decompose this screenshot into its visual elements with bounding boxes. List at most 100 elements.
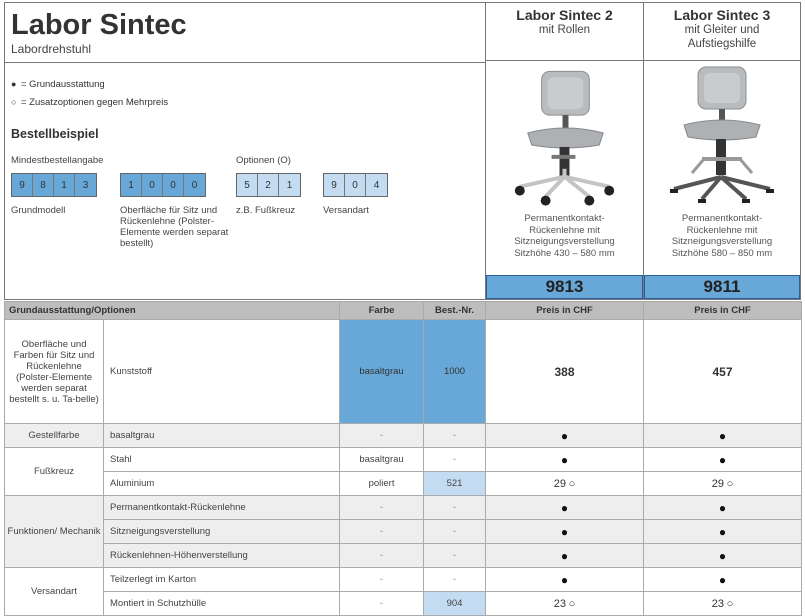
info-panel: Labor Sintec Labordrehstuhl ● = Grundauss…: [5, 3, 486, 299]
row-color: basaltgrau: [339, 319, 425, 424]
order-digit: 5: [237, 174, 258, 196]
desc-line: Sitzhöhe 430 – 580 mm: [514, 247, 615, 259]
product-column-sintec-3: Labor Sintec 3 mit Gleiter und Aufstiegs…: [644, 3, 800, 299]
filled-dot-icon: ●: [11, 79, 17, 89]
filled-dot-icon: ●: [560, 428, 569, 443]
row-color: -: [339, 423, 425, 448]
order-digit: 0: [142, 174, 163, 196]
filled-dot-icon: ●: [560, 500, 569, 515]
product-name: Labor Sintec 3: [673, 7, 771, 23]
table-row: Fußkreuz Stahl basaltgrau - ● ●: [4, 447, 803, 496]
header-color: Farbe: [339, 301, 425, 320]
filled-dot-icon: ●: [560, 524, 569, 539]
row-group-label: Oberfläche und Farben für Sitz und Rücke…: [4, 319, 104, 424]
product-header: Labor Sintec 3 mit Gleiter und Aufstiegs…: [644, 3, 800, 61]
row-group-label: Gestellfarbe: [4, 423, 104, 448]
legend-optional-text: = Zusatzoptionen gegen Mehrpreis: [21, 97, 169, 108]
header-price-2: Preis in CHF: [643, 301, 803, 320]
row-price-2: ●: [643, 423, 803, 448]
order-digit: 2: [258, 174, 279, 196]
order-digit: 3: [75, 174, 96, 196]
option-price: 29: [711, 477, 724, 490]
order-example-title: Bestellbeispiel: [11, 127, 99, 141]
row-order-no: -: [423, 519, 487, 544]
desc-line: Permanentkontakt-: [681, 213, 763, 224]
order-digit: 0: [184, 174, 205, 196]
order-digit: 0: [345, 174, 366, 196]
row-name: basaltgrau: [102, 423, 341, 448]
row-group-label: Fußkreuz: [4, 447, 104, 496]
desc-line: Permanentkontakt-: [524, 213, 605, 224]
filled-dot-icon: ●: [718, 452, 727, 467]
row-color: poliert: [339, 471, 425, 496]
row-name: Kunststoff: [102, 319, 341, 424]
desc-line: Sitzneigungsverstellung: [514, 236, 615, 247]
row-price-1: ●: [485, 447, 645, 472]
header-options: Grundausstattung/Optionen: [3, 301, 341, 320]
row-price-1: ●: [485, 543, 645, 568]
order-digit: 1: [279, 174, 300, 196]
product-name: Labor Sintec 2: [516, 7, 613, 23]
row-order-no: -: [423, 495, 487, 520]
open-circle-icon: ○: [568, 477, 576, 490]
row-name: Permanentkontakt-Rückenlehne: [102, 495, 341, 520]
row-color: -: [339, 543, 425, 568]
row-price-1: 388: [485, 319, 645, 424]
open-circle-icon: ○: [726, 477, 734, 490]
order-digit: 4: [366, 174, 387, 196]
row-name: Rückenlehnen-Höhenverstellung: [102, 543, 341, 568]
table-row: Versandart Teilzerlegt im Karton - - ● ●: [4, 567, 803, 616]
order-digit: 9: [324, 174, 345, 196]
order-group-surface: 1 0 0 0: [120, 173, 206, 197]
desc-line: Sitzneigungsverstellung: [671, 236, 773, 247]
row-price-1: ●: [485, 495, 645, 520]
row-name: Aluminium: [102, 471, 341, 496]
row-price-2: ●: [643, 543, 803, 568]
row-order-no: -: [423, 423, 487, 448]
table-row: Oberfläche und Farben für Sitz und Rücke…: [4, 319, 803, 424]
filled-dot-icon: ●: [718, 524, 727, 539]
order-label-shipping: Versandart: [323, 205, 369, 216]
filled-dot-icon: ●: [718, 500, 727, 515]
options-label: Optionen (O): [236, 155, 291, 166]
divider: [5, 62, 485, 63]
order-digit: 8: [33, 174, 54, 196]
table-header-row: Grundausstattung/Optionen Farbe Best.-Nr…: [3, 301, 803, 320]
desc-line: Rückenlehne mit: [529, 224, 600, 236]
product-column-sintec-2: Labor Sintec 2 mit Rollen Permanentkonta…: [486, 3, 644, 299]
row-color: -: [339, 567, 425, 592]
filled-dot-icon: ●: [560, 548, 569, 563]
row-order-no: 1000: [423, 319, 487, 424]
row-price-2: ●: [643, 567, 803, 592]
chair-with-glides-image: [670, 66, 774, 203]
chair-with-wheels-image: [514, 70, 615, 206]
product-description: Permanentkontakt- Rückenlehne mit Sitzne…: [644, 213, 800, 259]
min-order-label: Mindestbestellangabe: [11, 155, 104, 166]
legend-optional: ○ = Zusatzoptionen gegen Mehrpreis: [11, 97, 168, 108]
top-panel: Labor Sintec Labordrehstuhl ● = Grundauss…: [4, 2, 801, 300]
order-label-surface: Oberfläche für Sitz und Rückenlehne (Pol…: [120, 205, 229, 249]
product-sheet: Labor Sintec Labordrehstuhl ● = Grundauss…: [0, 0, 805, 616]
table-row: Sitzneigungsverstellung - - ● ●: [5, 519, 803, 544]
row-color: basaltgrau: [339, 447, 425, 472]
order-digit: 0: [163, 174, 184, 196]
order-digit: 1: [54, 174, 75, 196]
row-name: Teilzerlegt im Karton: [102, 567, 341, 592]
table-row: Gestellfarbe basaltgrau - - ● ●: [4, 423, 803, 448]
desc-line: Rückenlehne mit: [686, 224, 758, 236]
row-price-1: ●: [485, 567, 645, 592]
product-header: Labor Sintec 2 mit Rollen: [486, 3, 643, 61]
filled-dot-icon: ●: [718, 428, 727, 443]
row-name: Stahl: [102, 447, 341, 472]
order-label-model: Grundmodell: [11, 205, 66, 216]
row-order-no: 521: [423, 471, 487, 496]
row-order-no: -: [423, 447, 487, 472]
row-price-2: ●: [643, 495, 803, 520]
row-group-label: Funktionen/ Mechanik: [4, 495, 104, 568]
row-color: -: [339, 495, 425, 520]
filled-dot-icon: ●: [718, 548, 727, 563]
desc-line: Sitzhöhe 580 – 850 mm: [671, 247, 773, 259]
row-price-1: ●: [485, 423, 645, 448]
filled-dot-icon: ●: [560, 572, 569, 587]
open-circle-icon: ○: [11, 97, 17, 107]
